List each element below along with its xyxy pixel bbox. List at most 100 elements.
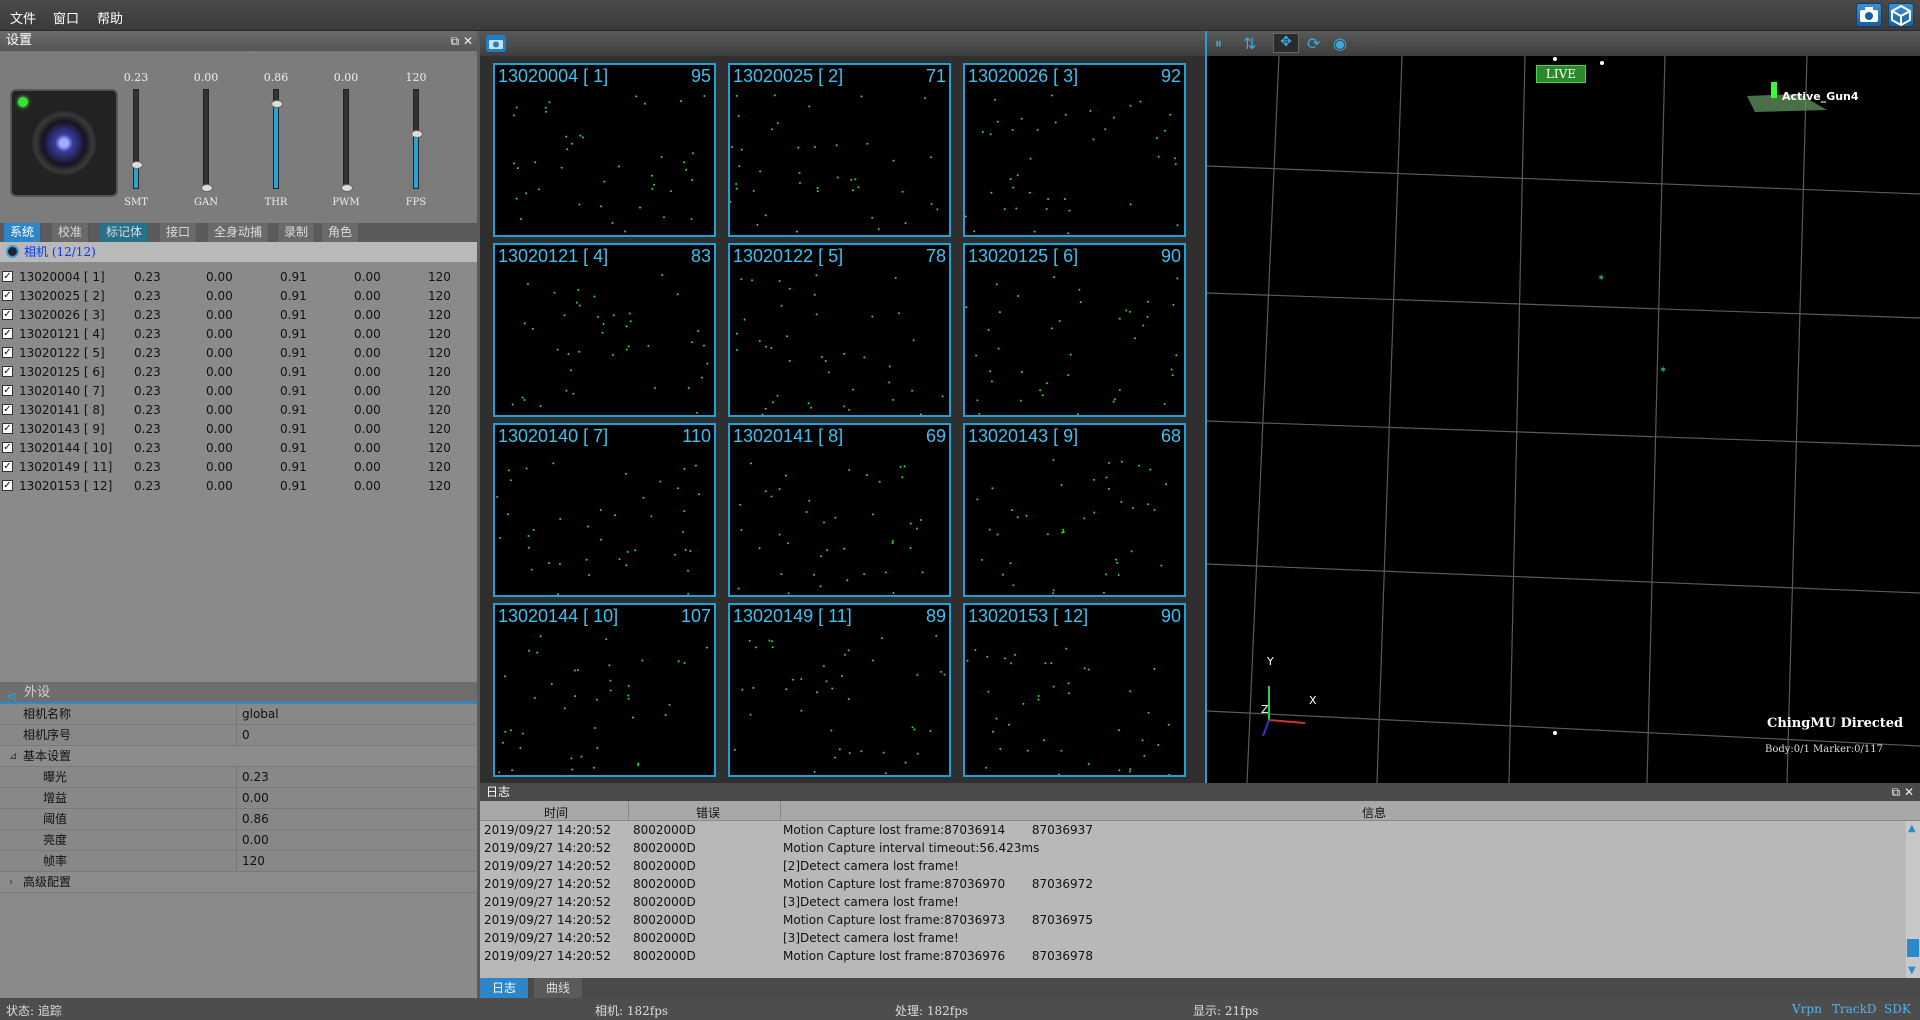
camera-row[interactable]: ✓ 13020125 [ 6] 0.23 0.00 0.91 0.00 120 <box>0 363 477 382</box>
menu-window[interactable]: 窗口 <box>53 8 79 27</box>
col-time-header[interactable]: 时间 <box>544 804 568 821</box>
slider-thr[interactable]: 0.86 THR <box>251 71 301 211</box>
camera-row[interactable]: ✓ 13020144 [ 10] 0.23 0.00 0.91 0.00 120 <box>0 439 477 458</box>
slider-knob[interactable] <box>271 99 283 108</box>
camera-group-header[interactable]: 相机 (12/12) <box>0 242 477 262</box>
camera-view-cell[interactable]: 13020004 [ 1] 95 <box>493 63 716 237</box>
camera-view-cell[interactable]: 13020121 [ 4] 83 <box>493 243 716 417</box>
log-row[interactable]: 2019/09/27 14:20:52 8002000D [3]Detect cam… <box>480 893 1920 911</box>
tab-0[interactable]: 系统 <box>4 223 42 242</box>
close-icon[interactable]: ✕ <box>1904 785 1914 799</box>
camera-view-cell[interactable]: 13020144 [ 10] 107 <box>493 603 716 777</box>
camera-view-icon[interactable] <box>486 35 506 52</box>
slider-knob[interactable] <box>411 130 423 139</box>
camera-checkbox[interactable]: ✓ <box>2 461 13 472</box>
slider-knob[interactable] <box>341 184 353 192</box>
sync-icon[interactable]: ⇅ <box>1243 34 1256 53</box>
camera-view-cell[interactable]: 13020025 [ 2] 71 <box>728 63 951 237</box>
move-tool-icon[interactable]: ✥ <box>1273 33 1299 53</box>
property-value[interactable]: 0.00 <box>242 788 269 809</box>
camera-view-cell[interactable]: 13020140 [ 7] 110 <box>493 423 716 597</box>
cube-view-icon[interactable] <box>1888 3 1914 27</box>
slider-smt[interactable]: 0.23 SMT <box>111 71 161 211</box>
camera-row[interactable]: ✓ 13020141 [ 8] 0.23 0.00 0.91 0.00 120 <box>0 401 477 420</box>
tab-6[interactable]: 角色 <box>322 223 360 242</box>
log-row[interactable]: 2019/09/27 14:20:52 8002000D Motion Captur… <box>480 839 1920 857</box>
camera-view-cell[interactable]: 13020125 [ 6] 90 <box>963 243 1186 417</box>
camera-row[interactable]: ✓ 13020004 [ 1] 0.23 0.00 0.91 0.00 120 <box>0 268 477 287</box>
expander-icon[interactable]: ⊿ <box>9 746 17 767</box>
menu-help[interactable]: 帮助 <box>97 8 123 27</box>
camera-checkbox[interactable]: ✓ <box>2 309 13 320</box>
camera-view-cell[interactable]: 13020143 [ 9] 68 <box>963 423 1186 597</box>
expander-icon[interactable]: › <box>9 872 13 893</box>
property-group[interactable]: › 高级配置 <box>0 872 477 893</box>
slider-pwm[interactable]: 0.00 PWM <box>321 71 371 211</box>
camera-checkbox[interactable]: ✓ <box>2 442 13 453</box>
property-row[interactable]: 亮度 0.00 <box>0 830 477 851</box>
camera-checkbox[interactable]: ✓ <box>2 328 13 339</box>
camera-view-cell[interactable]: 13020149 [ 11] 89 <box>728 603 951 777</box>
camera-checkbox[interactable]: ✓ <box>2 271 13 282</box>
camera-checkbox[interactable]: ✓ <box>2 404 13 415</box>
property-value[interactable]: 0.00 <box>242 830 269 851</box>
property-value[interactable]: global <box>242 704 279 725</box>
camera-checkbox[interactable]: ✓ <box>2 347 13 358</box>
log-row[interactable]: 2019/09/27 14:20:52 8002000D Motion Captur… <box>480 911 1920 929</box>
camera-view-cell[interactable]: 13020122 [ 5] 78 <box>728 243 951 417</box>
eye-icon[interactable]: ◉ <box>1333 34 1347 53</box>
camera-row[interactable]: ✓ 13020143 [ 9] 0.23 0.00 0.91 0.00 120 <box>0 420 477 439</box>
camera-row[interactable]: ✓ 13020122 [ 5] 0.23 0.00 0.91 0.00 120 <box>0 344 477 363</box>
log-row[interactable]: 2019/09/27 14:20:52 8002000D Motion Captur… <box>480 821 1920 839</box>
property-row[interactable]: 增益 0.00 <box>0 788 477 809</box>
property-value[interactable]: 0.23 <box>242 767 269 788</box>
log-scrollbar[interactable]: ▲ ▼ <box>1906 821 1920 978</box>
camera-checkbox[interactable]: ✓ <box>2 423 13 434</box>
camera-row[interactable]: ✓ 13020153 [ 12] 0.23 0.00 0.91 0.00 120 <box>0 477 477 496</box>
log-row[interactable]: 2019/09/27 14:20:52 8002000D [2]Detect cam… <box>480 857 1920 875</box>
col-error-header[interactable]: 错误 <box>696 804 720 821</box>
property-row[interactable]: 相机序号 0 <box>0 725 477 746</box>
property-row[interactable]: 阈值 0.86 <box>0 809 477 830</box>
camera-checkbox[interactable]: ✓ <box>2 385 13 396</box>
col-info-header[interactable]: 信息 <box>1362 804 1386 821</box>
slider-track[interactable] <box>341 89 353 192</box>
status-link-vrpn[interactable]: Vrpn <box>1792 1002 1822 1016</box>
tab-1[interactable]: 校准 <box>52 223 90 242</box>
pause-icon[interactable]: ⏸ <box>1215 36 1222 52</box>
close-icon[interactable]: ✕ <box>463 34 473 48</box>
menu-file[interactable]: 文件 <box>10 8 36 27</box>
screenshot-camera-icon[interactable] <box>1856 3 1882 27</box>
status-link-sdk[interactable]: SDK <box>1884 1002 1911 1016</box>
slider-fps[interactable]: 120 FPS <box>391 71 441 211</box>
slider-track[interactable] <box>271 89 283 189</box>
camera-row[interactable]: ✓ 13020026 [ 3] 0.23 0.00 0.91 0.00 120 <box>0 306 477 325</box>
slider-track[interactable] <box>131 89 143 189</box>
log-row[interactable]: 2019/09/27 14:20:52 8002000D [3]Detect cam… <box>480 929 1920 947</box>
float-icon[interactable]: ⧉ <box>451 34 460 48</box>
property-row[interactable]: 帧率 120 <box>0 851 477 872</box>
property-group[interactable]: ⊿ 基本设置 <box>0 746 477 767</box>
log-row[interactable]: 2019/09/27 14:20:52 8002000D Motion Captur… <box>480 947 1920 965</box>
float-icon[interactable]: ⧉ <box>1892 785 1901 799</box>
camera-row[interactable]: ✓ 13020140 [ 7] 0.23 0.00 0.91 0.00 120 <box>0 382 477 401</box>
3d-viewport[interactable]: ⏸ ⇅ ✥ ⟳ ◉ ↗ ✶ ✶ LIVE Active_Gun4 Y Z X C… <box>1205 31 1920 783</box>
property-value[interactable]: 0.86 <box>242 809 269 830</box>
camera-row[interactable]: ✓ 13020025 [ 2] 0.23 0.00 0.91 0.00 120 <box>0 287 477 306</box>
slider-track[interactable] <box>411 89 423 189</box>
camera-checkbox[interactable]: ✓ <box>2 480 13 491</box>
peripheral-header[interactable]: ⋖ 外设 <box>0 682 477 705</box>
log-row[interactable]: 2019/09/27 14:20:52 8002000D Motion Captur… <box>480 875 1920 893</box>
camera-view-cell[interactable]: 13020026 [ 3] 92 <box>963 63 1186 237</box>
slider-track[interactable] <box>201 89 213 192</box>
camera-view-cell[interactable]: 13020141 [ 8] 69 <box>728 423 951 597</box>
rotate-icon[interactable]: ⟳ <box>1307 34 1320 53</box>
tab-3[interactable]: 接口 <box>160 223 198 242</box>
log-tab-0[interactable]: 日志 <box>480 978 529 998</box>
slider-knob[interactable] <box>131 161 143 170</box>
camera-view-cell[interactable]: 13020153 [ 12] 90 <box>963 603 1186 777</box>
slider-gan[interactable]: 0.00 GAN <box>181 71 231 211</box>
property-value[interactable]: 0 <box>242 725 250 746</box>
property-row[interactable]: 相机名称 global <box>0 704 477 725</box>
property-value[interactable]: 120 <box>242 851 265 872</box>
